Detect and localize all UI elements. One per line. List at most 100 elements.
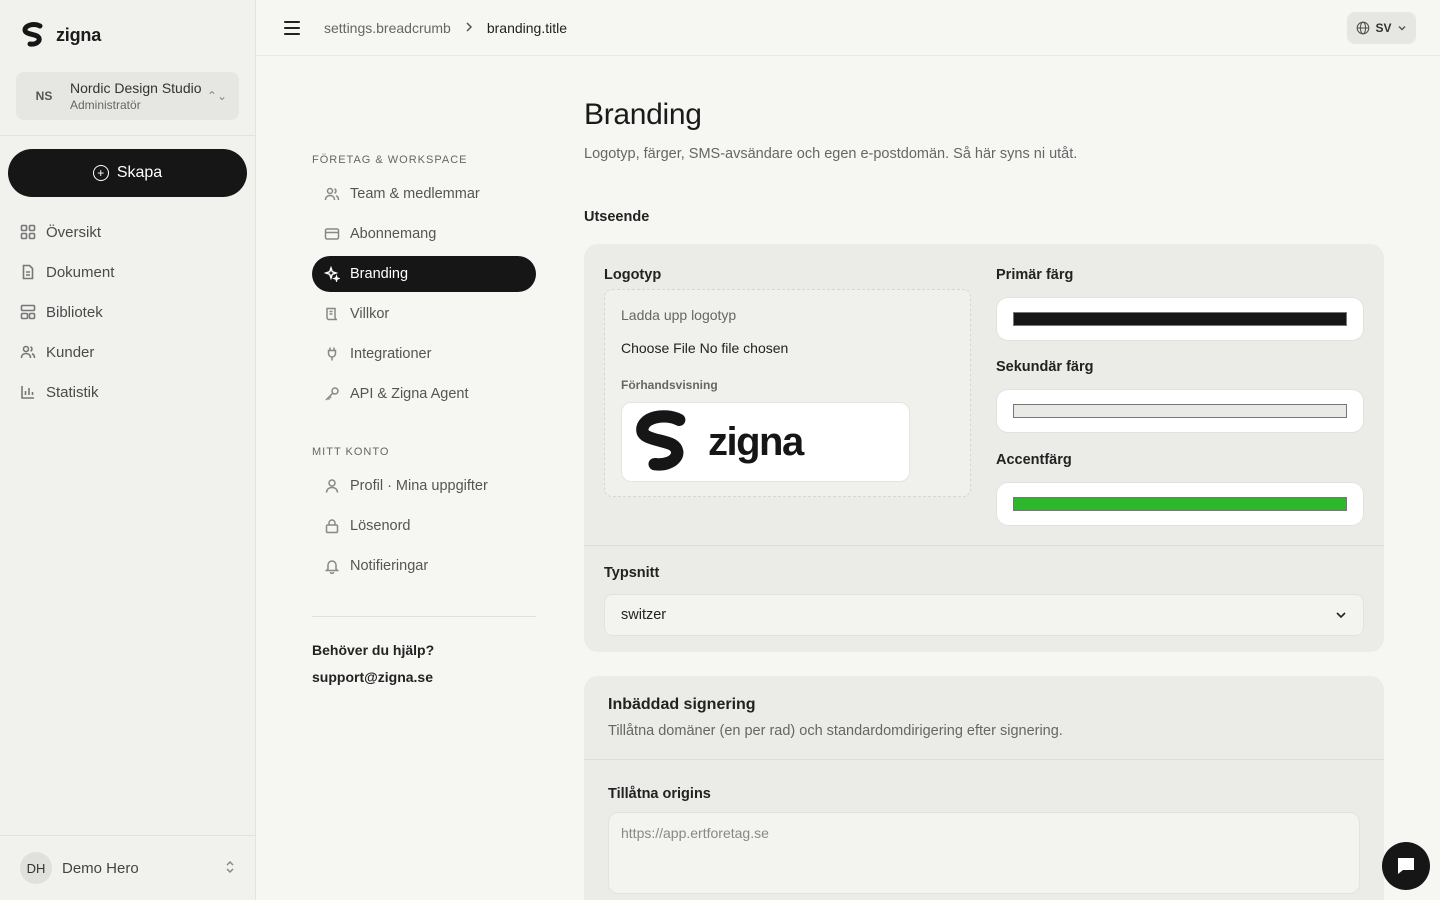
sidebar-item-dokument[interactable]: Dokument: [8, 252, 247, 292]
chevron-right-icon: [465, 20, 473, 36]
page-title: Branding: [584, 98, 702, 131]
sidebar-item-statistik[interactable]: Statistik: [8, 372, 247, 412]
upload-title: Ladda upp logotyp: [621, 307, 737, 323]
settings-item-api[interactable]: API & Zigna Agent: [312, 376, 536, 412]
breadcrumb[interactable]: settings.breadcrumb: [324, 20, 451, 36]
user-icon: [325, 479, 339, 493]
secondary-color-swatch: [1013, 404, 1347, 418]
settings-item-label: API & Zigna Agent: [350, 386, 469, 402]
top-bar: settings.breadcrumb branding.title SV: [256, 0, 1440, 56]
key-icon: [325, 387, 339, 401]
zigna-logo-icon: [22, 22, 43, 47]
settings-item-team[interactable]: Team & medlemmar: [312, 176, 536, 212]
settings-group-heading: FÖRETAG & WORKSPACE: [312, 154, 468, 166]
library-icon: [20, 304, 36, 320]
secondary-color-input[interactable]: [996, 389, 1364, 433]
chevron-down-icon: [1336, 612, 1346, 619]
preview-label: Förhandsvisning: [621, 378, 718, 392]
font-select-value: switzer: [621, 607, 667, 623]
primary-color-input[interactable]: [996, 297, 1364, 341]
secondary-color-label: Sekundär färg: [996, 359, 1094, 375]
chat-icon: [1398, 858, 1414, 874]
chevron-up-down-icon: ⌃⌄: [206, 89, 227, 103]
embedded-signing-card: Inbäddad signering Tillåtna domäner (en …: [584, 676, 1384, 900]
main-nav: Översikt Dokument Bibliotek Kunder Stati…: [8, 212, 247, 412]
logo-file-input[interactable]: Choose File No file chosen: [621, 340, 788, 356]
plug-icon: [327, 347, 337, 361]
card-divider: [584, 545, 1384, 546]
brand[interactable]: zigna: [20, 22, 101, 48]
sidebar-item-label: Dokument: [46, 263, 115, 281]
logo-label: Logotyp: [604, 267, 662, 283]
settings-item-label: Lösenord: [350, 518, 411, 534]
language-selector[interactable]: SV: [1347, 12, 1416, 44]
credit-card-icon: [324, 228, 340, 240]
bar-chart-icon: [21, 386, 34, 399]
settings-item-label: Abonnemang: [350, 226, 437, 242]
document-icon: [22, 264, 34, 280]
workspace-initials: NS: [35, 89, 53, 103]
sidebar-item-label: Statistik: [46, 383, 99, 401]
zigna-logo-icon: [636, 410, 686, 471]
globe-icon: [1357, 21, 1370, 35]
help-title: Behöver du hjälp?: [312, 642, 435, 658]
accent-color-input[interactable]: [996, 482, 1364, 526]
accent-color-swatch: [1013, 497, 1347, 511]
sidebar-item-label: Översikt: [46, 223, 102, 241]
settings-item-abonnemang[interactable]: Abonnemang: [312, 216, 536, 252]
card-header: Inbäddad signering Tillåtna domäner (en …: [584, 676, 1384, 760]
support-email-link[interactable]: support@zigna.se: [312, 669, 433, 685]
chat-button[interactable]: [1382, 842, 1430, 890]
language-code: SV: [1375, 21, 1392, 35]
font-select[interactable]: switzer: [604, 594, 1364, 636]
user-menu[interactable]: DH Demo Hero: [0, 835, 255, 900]
plus-circle-icon: +: [92, 165, 109, 181]
settings-item-villkor[interactable]: Villkor: [312, 296, 536, 332]
avatar: DH: [20, 852, 52, 884]
sidebar-item-oversikt[interactable]: Översikt: [8, 212, 247, 252]
grid-icon: [20, 224, 36, 240]
breadcrumb-current: branding.title: [486, 19, 568, 36]
create-button[interactable]: + Skapa: [8, 149, 247, 197]
settings-item-label: Branding: [350, 266, 409, 282]
settings-item-integrationer[interactable]: Integrationer: [312, 336, 536, 372]
sidebar: zigna NS Nordic Design Studio Administra…: [0, 0, 256, 900]
settings-nav-divider: [312, 616, 536, 617]
appearance-card: Logotyp Ladda upp logotyp Choose File No…: [584, 244, 1384, 652]
settings-item-label: Notifieringar: [350, 558, 429, 574]
section-label: Utseende: [584, 209, 650, 225]
settings-group-heading: MITT KONTO: [312, 446, 390, 458]
font-label: Typsnitt: [604, 565, 660, 581]
create-button-label: Skapa: [116, 164, 163, 181]
origins-textarea[interactable]: https://app.ertforetag.se: [608, 812, 1360, 894]
users-icon: [20, 345, 36, 359]
app-name: zigna: [56, 24, 102, 45]
bell-icon: [324, 560, 340, 574]
settings-item-label: Integrationer: [350, 346, 432, 362]
embedded-title: Inbäddad signering: [608, 696, 756, 713]
preview-brand-name: zigna: [708, 419, 804, 464]
sparkle-icon: [324, 266, 340, 282]
user-name: Demo Hero: [62, 859, 139, 877]
origins-label: Tillåtna origins: [608, 786, 711, 802]
logo-upload-area[interactable]: Ladda upp logotyp Choose File No file ch…: [604, 289, 971, 497]
menu-icon[interactable]: [284, 18, 304, 38]
accent-color-label: Accentfärg: [996, 452, 1072, 468]
sidebar-item-label: Bibliotek: [46, 303, 103, 321]
sidebar-divider: [0, 135, 255, 136]
settings-item-label: Villkor: [350, 306, 390, 322]
settings-item-branding[interactable]: Branding: [312, 256, 536, 292]
settings-item-profil[interactable]: Profil · Mina uppgifter: [312, 468, 536, 504]
settings-item-label: Team & medlemmar: [350, 186, 480, 202]
logo-preview: zigna: [621, 402, 910, 482]
embedded-subtitle: Tillåtna domäner (en per rad) och standa…: [608, 723, 1063, 739]
settings-nav: FÖRETAG & WORKSPACE Team & medlemmar Abo…: [312, 150, 536, 584]
users-icon: [324, 187, 340, 201]
workspace-switcher[interactable]: NS Nordic Design Studio Administratör ⌃⌄: [16, 72, 239, 120]
settings-item-notifieringar[interactable]: Notifieringar: [312, 548, 536, 584]
sidebar-item-kunder[interactable]: Kunder: [8, 332, 247, 372]
settings-item-label: Profil · Mina uppgifter: [350, 478, 488, 494]
settings-item-losenord[interactable]: Lösenord: [312, 508, 536, 544]
primary-color-label: Primär färg: [996, 267, 1074, 283]
sidebar-item-bibliotek[interactable]: Bibliotek: [8, 292, 247, 332]
